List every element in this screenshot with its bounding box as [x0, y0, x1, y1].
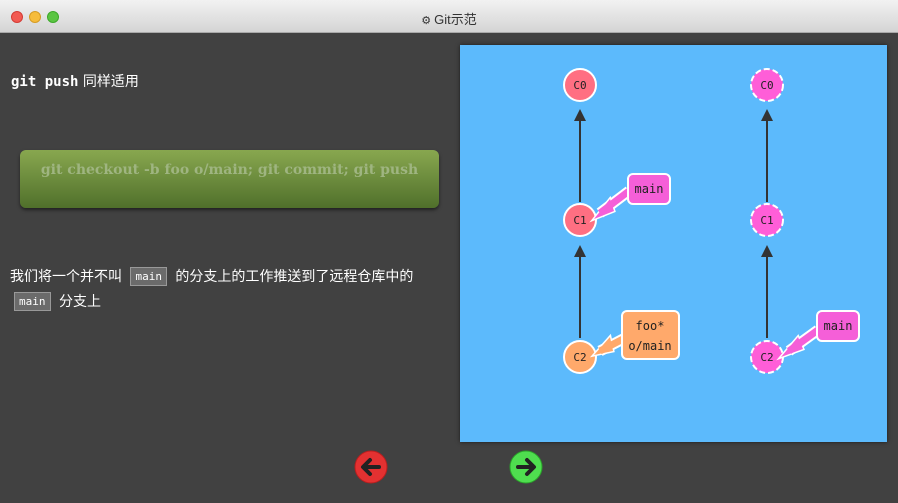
- back-button[interactable]: [354, 450, 388, 484]
- inline-code-main: main: [130, 267, 167, 286]
- branch-foo-label[interactable]: foo* o/main: [589, 310, 680, 360]
- svg-text:C2: C2: [573, 351, 586, 364]
- svg-text:C1: C1: [760, 214, 773, 227]
- svg-text:main: main: [635, 182, 664, 196]
- svg-text:C1: C1: [573, 214, 586, 227]
- git-visualization-panel: C0 C1 C2 main foo* o/main C0 C1 C2 main: [460, 45, 887, 442]
- gear-icon: ⚙: [421, 15, 432, 27]
- svg-text:o/main: o/main: [628, 339, 671, 353]
- remote-commit-c0[interactable]: C0: [750, 68, 784, 102]
- heading-code: git push: [11, 74, 79, 90]
- lesson-description: 我们将一个并不叫 main 的分支上的工作推送到了远程仓库中的 main 分支上: [10, 265, 450, 315]
- description-text: 分支上: [58, 294, 101, 310]
- inline-code-main: main: [14, 292, 51, 311]
- heading-text: 同样适用: [82, 74, 139, 90]
- svg-text:main: main: [824, 319, 853, 333]
- remote-commit-c2[interactable]: C2: [750, 340, 784, 374]
- next-button[interactable]: [509, 450, 543, 484]
- git-graph: C0 C1 C2 main foo* o/main C0 C1 C2 main: [563, 68, 860, 374]
- window-title-text: Git示范: [434, 12, 477, 27]
- remote-branch-main-label[interactable]: main: [776, 310, 860, 361]
- right-arrow-icon: [509, 450, 543, 484]
- window-titlebar: ⚙ Git示范: [0, 0, 898, 33]
- window-title: ⚙ Git示范: [0, 9, 898, 28]
- description-text: 我们将一个并不叫: [10, 269, 122, 285]
- svg-text:C0: C0: [573, 79, 586, 92]
- svg-text:C2: C2: [760, 351, 773, 364]
- lesson-heading: git push 同样适用: [11, 71, 139, 91]
- left-arrow-icon: [354, 450, 388, 484]
- svg-text:foo*: foo*: [636, 319, 665, 333]
- commit-c0[interactable]: C0: [563, 68, 597, 102]
- command-button[interactable]: git checkout -b foo o/main; git commit; …: [20, 150, 439, 208]
- svg-text:C0: C0: [760, 79, 773, 92]
- remote-commit-c1[interactable]: C1: [750, 203, 784, 237]
- description-text: 的分支上的工作推送到了远程仓库中的: [175, 269, 414, 285]
- local-repository: C0 C1 C2 main foo* o/main: [563, 68, 680, 374]
- remote-repository: C0 C1 C2 main: [750, 68, 860, 374]
- commit-c1[interactable]: C1: [563, 203, 597, 237]
- branch-main-label[interactable]: main: [589, 173, 671, 223]
